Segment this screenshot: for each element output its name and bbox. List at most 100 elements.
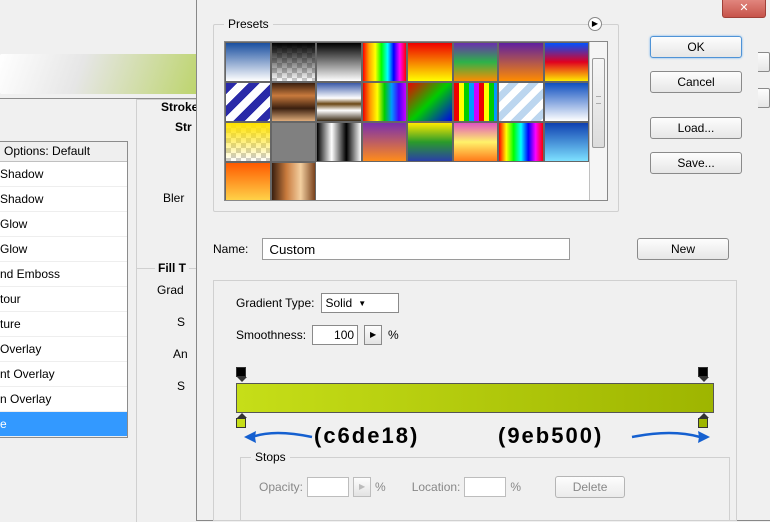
opacity-stop-right[interactable] — [698, 367, 710, 381]
annotation-arrow-right — [632, 427, 710, 447]
fx-item[interactable]: nd Emboss — [0, 262, 127, 287]
stops-group: Stops Opacity: ▶ % Location: % Delete — [240, 457, 730, 521]
preset-swatch[interactable] — [271, 122, 317, 162]
preset-swatch[interactable] — [225, 122, 271, 162]
annotation-left-hex: (c6de18) — [314, 423, 419, 449]
stroke-row-label: S — [137, 379, 200, 393]
percent-sign: % — [375, 480, 386, 494]
opacity-stop-left[interactable] — [236, 367, 248, 381]
preset-swatch[interactable] — [316, 82, 362, 122]
smoothness-stepper[interactable]: ▶ — [364, 325, 382, 345]
preset-swatch[interactable] — [453, 42, 499, 82]
cancel-button[interactable]: Cancel — [650, 71, 742, 93]
preset-swatch[interactable] — [453, 82, 499, 122]
preset-swatch[interactable] — [544, 122, 590, 162]
background-canvas — [0, 54, 200, 94]
fx-options-header[interactable]: Options: Default — [0, 142, 127, 162]
presets-group: Presets ▶ — [213, 24, 619, 212]
smoothness-input[interactable]: 100 — [312, 325, 358, 345]
fx-list: Options: Default Shadow Shadow Glow Glow… — [0, 141, 128, 438]
preset-swatch-grid — [225, 42, 589, 200]
percent-sign: % — [510, 480, 521, 494]
gradient-settings-group: Gradient Type: Solid ▼ Smoothness: 100 ▶… — [213, 280, 737, 521]
stroke-row-label: Grad — [137, 283, 200, 297]
smoothness-label: Smoothness: — [236, 328, 306, 342]
preset-swatch[interactable] — [271, 162, 317, 200]
ok-button[interactable]: OK — [650, 36, 742, 58]
load-button[interactable]: Load... — [650, 117, 742, 139]
name-input[interactable] — [262, 238, 570, 260]
behind-button-edge — [758, 52, 770, 72]
percent-sign: % — [388, 328, 399, 342]
preset-swatch[interactable] — [225, 162, 271, 200]
gradient-type-label: Gradient Type: — [236, 296, 315, 310]
preset-swatch[interactable] — [271, 82, 317, 122]
fx-item[interactable]: Shadow — [0, 187, 127, 212]
close-button[interactable] — [722, 0, 766, 18]
behind-button-edge — [758, 88, 770, 108]
close-icon — [739, 0, 748, 14]
stroke-rows: Bler — [137, 180, 200, 216]
fx-item[interactable]: Glow — [0, 237, 127, 262]
stroke-row-label: S — [137, 315, 200, 329]
presets-inner — [224, 41, 608, 201]
delete-button: Delete — [555, 476, 625, 498]
dialog-side-buttons: OK Cancel Load... Save... — [650, 36, 746, 187]
presets-legend: Presets — [224, 17, 273, 31]
fx-item-active[interactable]: e — [0, 412, 127, 437]
fx-item[interactable]: Shadow — [0, 162, 127, 187]
fx-item[interactable]: Glow — [0, 212, 127, 237]
preset-swatch[interactable] — [498, 82, 544, 122]
gradient-track-wrap: (c6de18) (9eb500) — [236, 367, 714, 431]
preset-swatch[interactable] — [407, 42, 453, 82]
preset-swatch[interactable] — [498, 42, 544, 82]
stroke-legend: Stroke — [157, 100, 200, 114]
chevron-down-icon: ▼ — [358, 299, 366, 308]
name-label: Name: — [213, 242, 248, 256]
location-input — [464, 477, 506, 497]
fx-item[interactable]: Overlay — [0, 337, 127, 362]
preset-swatch[interactable] — [225, 42, 271, 82]
presets-scrollbar[interactable] — [589, 42, 607, 200]
preset-swatch[interactable] — [316, 122, 362, 162]
gradient-type-select[interactable]: Solid ▼ — [321, 293, 399, 313]
fx-item[interactable]: tour — [0, 287, 127, 312]
location-label: Location: — [412, 480, 461, 494]
preset-swatch[interactable] — [271, 42, 317, 82]
color-stop-right[interactable] — [698, 413, 710, 429]
stroke-row-label: Bler — [137, 180, 200, 216]
opacity-label: Opacity: — [259, 480, 303, 494]
preset-swatch[interactable] — [316, 42, 362, 82]
fx-item[interactable]: ture — [0, 312, 127, 337]
preset-swatch[interactable] — [453, 122, 499, 162]
fx-item[interactable]: n Overlay — [0, 387, 127, 412]
preset-swatch[interactable] — [498, 122, 544, 162]
preset-swatch[interactable] — [362, 122, 408, 162]
preset-swatch[interactable] — [407, 82, 453, 122]
fill-legend: Fill T — [155, 261, 189, 275]
preset-swatch[interactable] — [544, 82, 590, 122]
new-button[interactable]: New — [637, 238, 729, 260]
annotation-arrow-left — [244, 427, 312, 447]
gradient-editor-dialog: OK Cancel Load... Save... Presets ▶ — [196, 0, 770, 521]
preset-swatch[interactable] — [362, 42, 408, 82]
preset-swatch[interactable] — [407, 122, 453, 162]
gradient-type-value: Solid — [326, 296, 353, 310]
presets-flyout-icon[interactable]: ▶ — [588, 17, 602, 31]
opacity-input — [307, 477, 349, 497]
fx-item[interactable]: nt Overlay — [0, 362, 127, 387]
scroll-thumb[interactable] — [592, 58, 605, 148]
name-row: Name: — [213, 238, 570, 260]
opacity-stepper: ▶ — [353, 477, 371, 497]
color-stop-left[interactable] — [236, 413, 248, 429]
stops-legend: Stops — [251, 450, 290, 464]
annotation-right-hex: (9eb500) — [498, 423, 603, 449]
save-button[interactable]: Save... — [650, 152, 742, 174]
stroke-row-label: An — [137, 347, 200, 361]
preset-swatch[interactable] — [544, 42, 590, 82]
layer-style-dialog: Stroke Str Bler Fill T Grad S An S Optio… — [0, 98, 200, 521]
gradient-track[interactable] — [236, 383, 714, 413]
preset-swatch[interactable] — [225, 82, 271, 122]
stroke-fieldset: Stroke Str Bler Fill T Grad S An S — [136, 99, 200, 522]
preset-swatch[interactable] — [362, 82, 408, 122]
